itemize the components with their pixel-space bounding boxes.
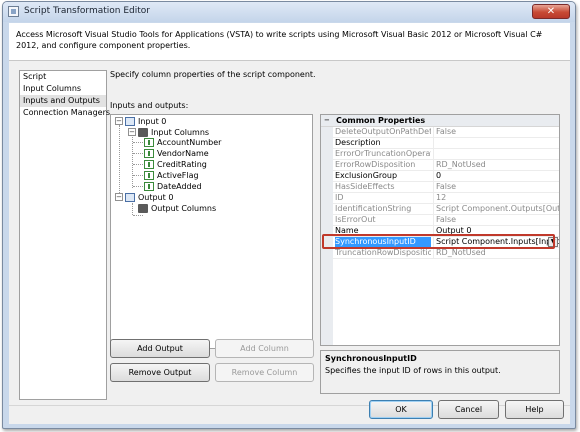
property-name: Description [335,138,381,147]
property-row-truncation-row-disposition[interactable]: TruncationRowDisposition RD_NotUsed [333,248,559,259]
expand-collapse-toggle[interactable]: − [128,128,136,136]
tree-node-label: DateAdded [157,182,202,191]
dialog-client-area: Access Microsoft Visual Studio Tools for… [9,23,570,424]
add-output-button[interactable]: Add Output [110,339,210,358]
tree-connector [133,215,143,216]
property-description-panel: SynchronousInputID Specifies the input I… [320,350,560,394]
tree-node-input-0[interactable]: Input 0 [125,116,166,127]
tree-node-label: VendorName [157,149,209,158]
property-value: 12 [433,193,559,203]
property-name: IsErrorOut [335,215,376,224]
tree-connector [132,203,133,215]
page-navigation-list: Script Input Columns Inputs and Outputs … [19,70,110,400]
tree-node-column-vendor-name[interactable]: VendorName [144,148,209,159]
property-row-exclusion-group[interactable]: ExclusionGroup 0 [333,171,559,182]
property-value: RD_NotUsed [433,160,559,170]
tree-node-label: Input Columns [151,128,210,137]
tree-connector [132,137,133,188]
property-grid: − Common Properties DeleteOutputOnPathDe… [320,114,560,346]
tree-node-column-account-number[interactable]: AccountNumber [144,137,221,148]
property-row-is-error-out[interactable]: IsErrorOut False [333,215,559,226]
property-name: ExclusionGroup [335,171,398,180]
property-row-delete-output-on-path-detached[interactable]: DeleteOutputOnPathDetached False [333,127,559,138]
nav-item-script[interactable]: Script [20,71,106,83]
nav-item-connection-managers[interactable]: Connection Managers [20,107,110,119]
property-name: ErrorOrTruncationOperation [335,149,431,158]
cancel-button[interactable]: Cancel [438,400,499,419]
tree-node-label: CreditRating [157,160,207,169]
tree-node-label: Output Columns [151,204,217,213]
page-description: Specify column properties of the script … [110,70,316,79]
add-column-button[interactable]: Add Column [215,339,314,358]
header-description: Access Microsoft Visual Studio Tools for… [16,30,543,50]
expand-collapse-toggle[interactable]: − [115,117,123,125]
tree-node-label: Output 0 [138,193,174,202]
expand-collapse-toggle[interactable]: − [115,193,123,201]
property-row-identification-string[interactable]: IdentificationString Script Component.Ou… [333,204,559,215]
property-name: IdentificationString [335,204,412,213]
property-value: RD_NotUsed [433,248,559,258]
folder-icon [138,128,148,137]
tree-connector [133,142,143,143]
tree-node-output-columns[interactable]: Output Columns [138,203,216,214]
property-value: Script Component.Outputs[Output 0] [433,204,559,214]
remove-output-button[interactable]: Remove Output [110,363,210,382]
property-category-label: Common Properties [336,116,426,125]
property-name: DeleteOutputOnPathDetached [335,127,431,136]
folder-icon [138,204,148,213]
column-icon [144,149,154,158]
input-icon [125,117,135,126]
property-value[interactable] [433,138,559,148]
property-value[interactable]: 0 [433,171,559,181]
property-value: False [433,215,559,225]
property-value [433,149,559,159]
inputs-outputs-label: Inputs and outputs: [110,101,189,110]
property-row-error-row-disposition[interactable]: ErrorRowDisposition RD_NotUsed [333,160,559,171]
remove-column-button[interactable]: Remove Column [215,363,314,382]
header-area: Access Microsoft Visual Studio Tools for… [9,23,570,61]
collapse-icon[interactable]: − [324,117,332,125]
window-app-icon [8,6,19,17]
tree-connector [133,153,143,154]
tree-node-label: ActiveFlag [157,171,199,180]
window-title: Script Transformation Editor [24,6,150,16]
tree-node-label: AccountNumber [157,138,222,147]
tree-node-column-date-added[interactable]: DateAdded [144,181,202,192]
ok-button[interactable]: OK [369,400,433,419]
property-category-common[interactable]: − Common Properties [321,115,559,127]
column-icon [144,182,154,191]
property-description-title: SynchronousInputID [325,354,417,363]
column-icon [144,160,154,169]
property-name: ID [335,193,344,202]
property-value: False [433,182,559,192]
column-icon [144,138,154,147]
inputs-outputs-tree: − Input 0 − Input Columns AccountNumber … [110,114,313,349]
property-name: ErrorRowDisposition [335,160,416,169]
close-button[interactable]: ✕ [532,4,570,19]
property-name: TruncationRowDisposition [335,248,431,257]
nav-item-input-columns[interactable]: Input Columns [20,83,106,95]
property-row-error-or-truncation-operation[interactable]: ErrorOrTruncationOperation [333,149,559,160]
tree-node-label: Input 0 [138,117,167,126]
tree-node-column-credit-rating[interactable]: CreditRating [144,159,207,170]
script-transformation-editor-window: Script Transformation Editor ✕ Access Mi… [2,1,576,429]
property-row-description[interactable]: Description [333,138,559,149]
property-row-id[interactable]: ID 12 [333,193,559,204]
output-icon [125,193,135,202]
property-name: HasSideEffects [335,182,395,191]
title-bar[interactable]: Script Transformation Editor ✕ [3,2,575,22]
tree-connector [133,164,143,165]
column-icon [144,171,154,180]
help-button[interactable]: Help [505,400,564,419]
tree-connector [119,125,120,201]
highlight-annotation-box [322,234,555,249]
nav-item-inputs-and-outputs[interactable]: Inputs and Outputs [20,95,106,107]
property-row-has-side-effects[interactable]: HasSideEffects False [333,182,559,193]
tree-connector [133,186,143,187]
property-value: False [433,127,559,137]
tree-node-column-active-flag[interactable]: ActiveFlag [144,170,199,181]
property-description-text: Specifies the input ID of rows in this o… [325,366,501,375]
tree-node-output-0[interactable]: Output 0 [125,192,173,203]
tree-connector [133,175,143,176]
